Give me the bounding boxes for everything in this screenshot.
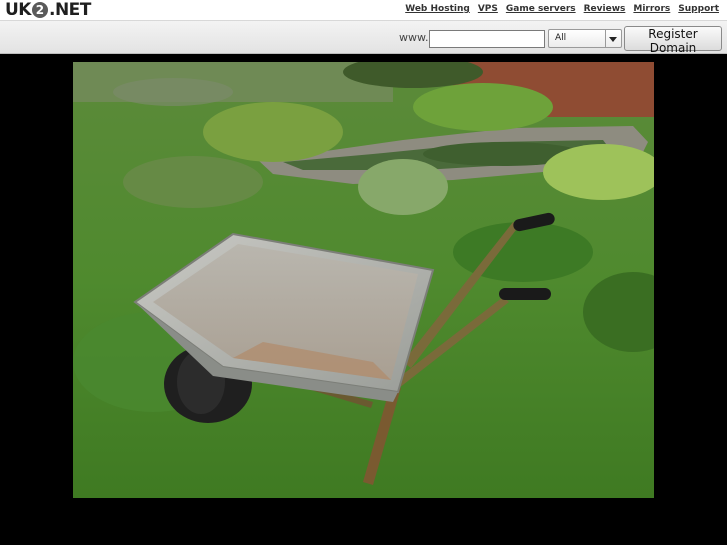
logo-text-uk: UK: [5, 0, 31, 20]
wheelbarrow-illustration: [73, 62, 654, 498]
domain-input[interactable]: [429, 30, 545, 48]
nav-support[interactable]: Support: [678, 4, 719, 14]
nav-reviews[interactable]: Reviews: [584, 4, 626, 14]
nav-mirrors[interactable]: Mirrors: [633, 4, 670, 14]
top-nav: Web Hosting VPS Game servers Reviews Mir…: [405, 4, 719, 14]
logo-text-net: .NET: [48, 0, 91, 20]
wheelbarrow-photo: [73, 62, 654, 498]
top-bar: UK 2 .NET Web Hosting VPS Game servers R…: [0, 0, 727, 20]
tld-select[interactable]: All: [548, 29, 622, 48]
register-domain-button[interactable]: Register Domain: [624, 26, 722, 55]
nav-web-hosting[interactable]: Web Hosting: [405, 4, 470, 14]
www-prefix-label: www.: [399, 31, 429, 44]
nav-game-servers[interactable]: Game servers: [506, 4, 576, 14]
logo-badge: 2: [31, 2, 48, 18]
site-logo[interactable]: UK 2 .NET: [5, 1, 91, 19]
tld-select-value: All: [555, 33, 567, 43]
chevron-down-icon: [609, 37, 617, 42]
domain-search-bar: www. All Register Domain: [0, 20, 727, 55]
tld-select-arrow-box[interactable]: [605, 30, 621, 47]
nav-vps[interactable]: VPS: [478, 4, 498, 14]
